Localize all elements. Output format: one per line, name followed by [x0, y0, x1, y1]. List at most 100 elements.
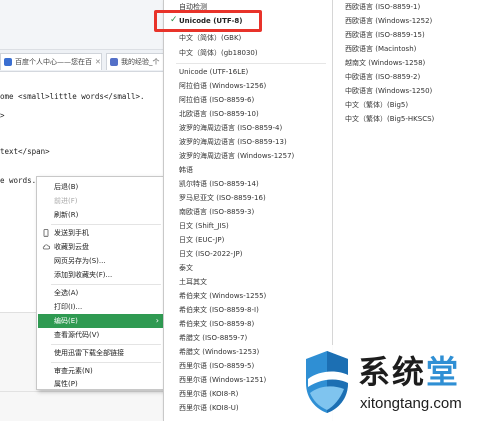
encoding-windows-1257[interactable]: 波罗的海周边语言 (Windows-1257) [165, 149, 332, 163]
menu-item-inspect-element[interactable]: 审查元素(N) [38, 364, 164, 378]
close-icon[interactable]: ✕ [95, 58, 101, 66]
menu-item-refresh[interactable]: 刷新(R) [38, 208, 164, 222]
encoding-label: 日文 (Shift_JIS) [179, 222, 229, 230]
menu-item-label: 前进(F) [54, 197, 78, 205]
encoding-iso-8859-13[interactable]: 波罗的海周边语言 (ISO-8859-13) [165, 135, 332, 149]
encoding-utf16le[interactable]: Unicode (UTF-16LE) [165, 65, 332, 79]
menu-item-encoding[interactable]: 编码(E) › [38, 314, 164, 328]
encoding-big5-hkscs[interactable]: 中文（繁体）(Big5-HKSCS) [345, 112, 434, 126]
encoding-label: 西欧语言 (Macintosh) [345, 45, 417, 53]
menu-item-send-to-phone[interactable]: 发送到手机 [38, 226, 164, 240]
menu-item-print[interactable]: 打印(I)... [38, 300, 164, 314]
encoding-label: 波罗的海周边语言 (ISO-8859-4) [179, 124, 283, 132]
encoding-label: 日文 (EUC-JP) [179, 236, 225, 244]
menu-item-label: 收藏到云盘 [54, 243, 89, 251]
encoding-iso-2022-jp[interactable]: 日文 (ISO-2022-JP) [165, 247, 332, 261]
menu-item-label: 网页另存为(S)... [54, 257, 106, 265]
menu-item-thunder-download[interactable]: 使用迅雷下载全部链接 [38, 346, 164, 360]
encoding-label: 西欧语言 (Windows-1252) [345, 17, 433, 25]
code-line: e words. [0, 176, 37, 185]
experience-favicon-icon [110, 58, 118, 66]
tab-baidu-center[interactable]: 百度个人中心——您在百 ✕ [0, 53, 102, 70]
encoding-iso-8859-1[interactable]: 西欧语言 (ISO-8859-1) [345, 0, 420, 14]
menu-item-properties[interactable]: 属性(P) [38, 377, 164, 391]
cloud-icon [42, 244, 50, 250]
encoding-label: 希伯来文 (Windows-1255) [179, 292, 267, 300]
menu-item-label: 后退(B) [54, 183, 79, 191]
encoding-label: 西里尔语 (KOI8-U) [179, 404, 239, 412]
menu-separator [51, 344, 161, 345]
encoding-label: 中文（简体）(gb18030) [179, 49, 258, 57]
menu-item-label: 发送到手机 [54, 229, 89, 237]
menu-item-add-favorite[interactable]: 添加到收藏夹(F)... [38, 268, 164, 282]
encoding-label: 北欧语言 (ISO-8859-10) [179, 110, 259, 118]
shield-logo-icon [306, 351, 348, 413]
menu-separator [51, 224, 161, 225]
menu-item-select-all[interactable]: 全选(A) [38, 286, 164, 300]
encoding-label: 韩语 [179, 166, 193, 174]
encoding-windows-1250[interactable]: 中欧语言 (Windows-1250) [345, 84, 432, 98]
menu-item-forward: 前进(F) [38, 194, 164, 208]
code-line: > [0, 111, 5, 120]
watermark-url: xitongtang.com [360, 395, 462, 412]
encoding-label: 泰文 [179, 264, 193, 272]
tab-label: 百度个人中心——您在百 [15, 58, 92, 66]
tab-my-experience[interactable]: 我的经验_个 [106, 53, 170, 70]
encoding-iso-8859-8-i[interactable]: 希伯来文 (ISO-8859-8-I) [165, 303, 332, 317]
encoding-iso-8859-15[interactable]: 西欧语言 (ISO-8859-15) [345, 28, 425, 42]
encoding-label: 南欧语言 (ISO-8859-3) [179, 208, 255, 216]
encoding-iso-8859-10[interactable]: 北欧语言 (ISO-8859-10) [165, 107, 332, 121]
code-line: ome <small>little words</small>. [0, 92, 145, 101]
encoding-label: 罗马尼亚文 (ISO-8859-16) [179, 194, 266, 202]
baidu-favicon-icon [4, 58, 12, 66]
encoding-thai[interactable]: 泰文 [165, 261, 332, 275]
encoding-iso-8859-2[interactable]: 中欧语言 (ISO-8859-2) [345, 70, 420, 84]
menu-separator [51, 362, 161, 363]
menu-item-label: 审查元素(N) [54, 367, 93, 375]
encoding-label: 希腊文 (Windows-1253) [179, 348, 260, 356]
encoding-shift-jis[interactable]: 日文 (Shift_JIS) [165, 219, 332, 233]
menu-item-label: 全选(A) [54, 289, 79, 297]
encoding-big5[interactable]: 中文（繁体）(Big5) [345, 98, 408, 112]
menu-separator [51, 284, 161, 285]
tab-strip: 百度个人中心——您在百 ✕ 我的经验_个 [0, 50, 170, 72]
watermark-title-accent: 堂 [426, 353, 461, 391]
encoding-iso-8859-7[interactable]: 希腊文 (ISO-8859-7) [165, 331, 332, 345]
encoding-iso-8859-4[interactable]: 波罗的海周边语言 (ISO-8859-4) [165, 121, 332, 135]
encoding-gb18030[interactable]: 中文（简体）(gb18030) [165, 46, 332, 60]
menu-item-label: 刷新(R) [54, 211, 79, 219]
encoding-iso-8859-6[interactable]: 阿拉伯语 (ISO-8859-6) [165, 93, 332, 107]
encoding-label: 西里尔语 (KOI8-R) [179, 390, 239, 398]
encoding-label: 阿拉伯语 (Windows-1256) [179, 82, 267, 90]
encoding-gbk[interactable]: 中文（简体）(GBK) [165, 31, 332, 45]
encoding-iso-8859-16[interactable]: 罗马尼亚文 (ISO-8859-16) [165, 191, 332, 205]
encoding-iso-8859-14[interactable]: 凯尔特语 (ISO-8859-14) [165, 177, 332, 191]
encoding-label: 日文 (ISO-2022-JP) [179, 250, 243, 258]
menu-item-view-source[interactable]: 查看源代码(V) [38, 328, 164, 342]
phone-icon [43, 229, 49, 237]
encoding-iso-8859-3[interactable]: 南欧语言 (ISO-8859-3) [165, 205, 332, 219]
encoding-euc-jp[interactable]: 日文 (EUC-JP) [165, 233, 332, 247]
encoding-windows-1252[interactable]: 西欧语言 (Windows-1252) [345, 14, 432, 28]
code-line: text</span> [0, 147, 50, 156]
encoding-label: 希伯来文 (ISO-8859-8-I) [179, 306, 259, 314]
encoding-label: 希腊文 (ISO-8859-7) [179, 334, 248, 342]
menu-item-label: 打印(I)... [54, 303, 83, 311]
encoding-korean[interactable]: 韩语 [165, 163, 332, 177]
menu-item-back[interactable]: 后退(B) [38, 180, 164, 194]
encoding-label: 西里尔语 (Windows-1251) [179, 376, 267, 384]
encoding-macintosh[interactable]: 西欧语言 (Macintosh) [345, 42, 416, 56]
encoding-label: 中文（繁体）(Big5-HKSCS) [345, 115, 435, 123]
menu-item-save-page-as[interactable]: 网页另存为(S)... [38, 254, 164, 268]
encoding-windows-1258[interactable]: 越南文 (Windows-1258) [345, 56, 425, 70]
menu-item-label: 查看源代码(V) [54, 331, 100, 339]
encoding-iso-8859-8[interactable]: 希伯来文 (ISO-8859-8) [165, 317, 332, 331]
encoding-label: 西里尔语 (ISO-8859-5) [179, 362, 255, 370]
menu-separator [176, 63, 326, 64]
encoding-label: 西欧语言 (ISO-8859-1) [345, 3, 421, 11]
encoding-windows-1256[interactable]: 阿拉伯语 (Windows-1256) [165, 79, 332, 93]
encoding-turkish[interactable]: 土耳其文 [165, 275, 332, 289]
encoding-windows-1255[interactable]: 希伯来文 (Windows-1255) [165, 289, 332, 303]
menu-item-label: 使用迅雷下载全部链接 [54, 349, 124, 357]
menu-item-save-to-cloud[interactable]: 收藏到云盘 [38, 240, 164, 254]
